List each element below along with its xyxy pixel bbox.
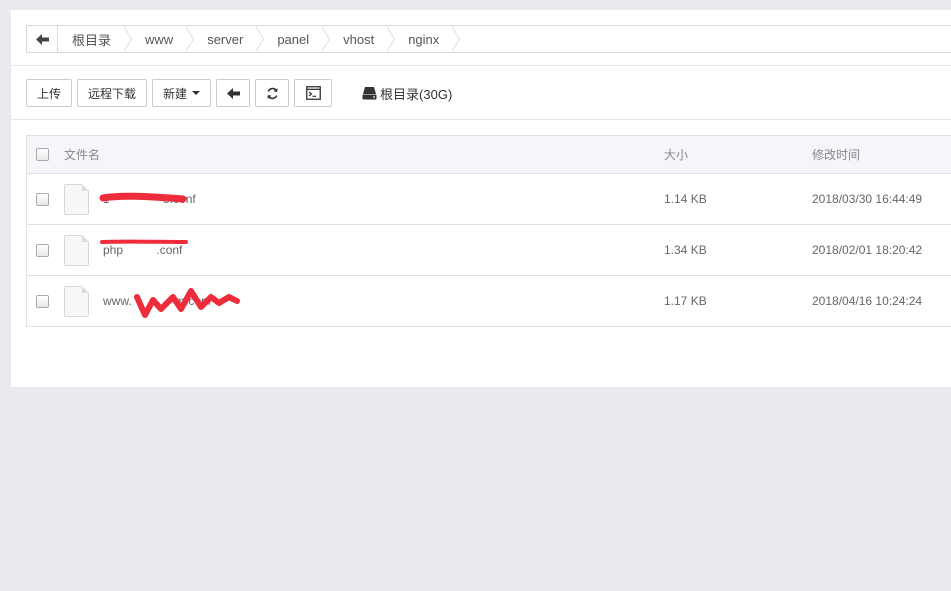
file-modified: 2018/04/16 10:24:24 [812, 294, 923, 308]
breadcrumb-item-www[interactable]: www [125, 26, 195, 52]
upload-button[interactable]: 上传 [26, 79, 73, 107]
file-manager-panel: 根目录 www server panel vhost nginx 上传 远程下载… [11, 10, 951, 387]
breadcrumb-item-panel[interactable]: panel [257, 26, 330, 52]
breadcrumb-item-nginx[interactable]: nginx [388, 26, 461, 52]
arrow-left-icon [226, 87, 240, 99]
arrow-left-icon [35, 33, 49, 45]
table-header: 文件名 大小 修改时间 [27, 136, 951, 174]
file-icon [64, 234, 89, 266]
file-size: 1.14 KB [664, 192, 707, 206]
divider [11, 119, 951, 120]
file-icon [64, 183, 89, 215]
disk-info: 根目录(30G) [362, 84, 452, 103]
back-button[interactable] [216, 79, 251, 107]
caret-down-icon [192, 91, 201, 95]
refresh-button[interactable] [255, 79, 290, 107]
refresh-icon [267, 87, 278, 99]
file-name[interactable]: php .conf [103, 243, 182, 257]
breadcrumb: 根目录 www server panel vhost nginx [26, 25, 951, 53]
row-checkbox[interactable] [35, 192, 49, 206]
hard-drive-icon [362, 86, 377, 99]
file-size: 1.34 KB [664, 243, 707, 257]
divider [11, 65, 951, 66]
row-checkbox[interactable] [35, 294, 49, 308]
file-modified: 2018/02/01 18:20:42 [812, 243, 923, 257]
back-arrow-button[interactable] [27, 26, 58, 52]
breadcrumb-item-server[interactable]: server [187, 26, 265, 52]
remote-download-button[interactable]: 远程下载 [77, 79, 148, 107]
column-header-name[interactable]: 文件名 [64, 146, 100, 163]
column-header-size[interactable]: 大小 [664, 148, 688, 162]
breadcrumb-item-vhost[interactable]: vhost [323, 26, 396, 52]
file-name[interactable]: www. m.conf [103, 294, 211, 308]
file-modified: 2018/03/30 16:44:49 [812, 192, 923, 206]
select-all-checkbox[interactable] [35, 148, 49, 161]
table-row[interactable]: www. m.conf 1.17 KB 2018/04/16 10:24:24 [27, 276, 951, 327]
terminal-icon [305, 86, 321, 100]
row-checkbox[interactable] [35, 243, 49, 257]
file-size: 1.17 KB [664, 294, 707, 308]
terminal-button[interactable] [294, 79, 333, 107]
table-row[interactable]: php .conf 1.34 KB 2018/02/01 18:20:42 [27, 225, 951, 276]
column-header-modified[interactable]: 修改时间 [812, 148, 860, 162]
breadcrumb-item-root[interactable]: 根目录 [58, 26, 133, 52]
new-dropdown-button[interactable]: 新建 [152, 79, 212, 107]
file-name[interactable]: 1 5.conf [103, 192, 196, 206]
table-row[interactable]: 1 5.conf 1.14 KB 2018/03/30 16:44:49 [27, 174, 951, 225]
toolbar: 上传 远程下载 新建 根目录(30G) [26, 78, 452, 108]
file-icon [64, 285, 89, 317]
file-table: 文件名 大小 修改时间 1 5.conf 1.14 KB 2018/03/30 … [26, 135, 951, 327]
